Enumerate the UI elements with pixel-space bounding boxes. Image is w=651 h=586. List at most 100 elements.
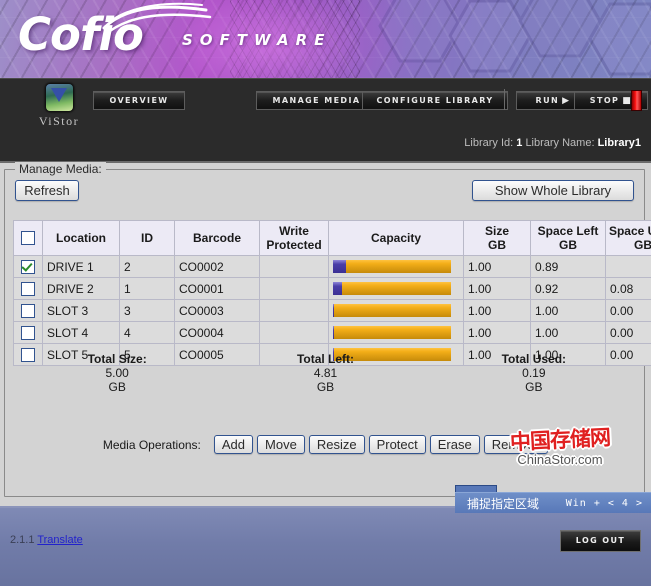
manage-media-fieldset: Manage Media: Refresh Show Whole Library… (4, 169, 645, 497)
header-location[interactable]: Location (43, 221, 120, 256)
cell-barcode: CO0003 (175, 300, 260, 322)
row-checkbox[interactable] (21, 282, 35, 296)
table-row[interactable]: SLOT 33CO00031.001.000.00 (14, 300, 651, 322)
total-value: 0.19 (430, 366, 638, 380)
cell-capacity (329, 300, 464, 322)
media-op-button-protect[interactable]: Protect (369, 435, 426, 454)
logout-button[interactable]: LOG OUT (560, 530, 641, 552)
cell-size: 1.00 (464, 300, 531, 322)
capture-shortcut-label: Win + < 4 > (566, 498, 643, 509)
cell-space-used: 0.00 (606, 322, 651, 344)
vistor-logo-icon (45, 83, 74, 112)
table-row[interactable]: DRIVE 12CO00021.000.89 (14, 256, 651, 278)
cell-id: 1 (120, 278, 175, 300)
cell-size: 1.00 (464, 322, 531, 344)
screen-capture-overlay[interactable]: 捕捉指定区域 Win + < 4 > (455, 492, 651, 513)
media-table: Location ID Barcode Write Protected Capa… (13, 220, 651, 366)
media-op-button-remove[interactable]: Remove (484, 435, 548, 454)
capacity-bar (333, 304, 451, 317)
cell-barcode: CO0004 (175, 322, 260, 344)
capacity-bar-free (334, 304, 451, 317)
cell-space-left: 1.00 (531, 322, 606, 344)
header-space-used-line1: Space Used (609, 224, 651, 238)
media-table-body: DRIVE 12CO00021.000.89DRIVE 21CO00011.00… (14, 256, 651, 366)
cell-write-protected (260, 278, 329, 300)
row-select-cell[interactable] (14, 300, 43, 322)
total-label: Total Left: (221, 352, 429, 366)
header-space-left-line1: Space Left (538, 224, 599, 238)
library-name-label: Library Name: (525, 137, 594, 149)
header-space-left-line2: GB (559, 238, 577, 252)
cell-write-protected (260, 300, 329, 322)
row-select-cell[interactable] (14, 256, 43, 278)
total-column: Total Size:5.00GB (13, 352, 221, 394)
header-space-left[interactable]: Space Left GB (531, 221, 606, 256)
row-checkbox[interactable] (21, 304, 35, 318)
capacity-bar-free (346, 260, 451, 273)
header-capacity[interactable]: Capacity (329, 221, 464, 256)
row-select-cell[interactable] (14, 278, 43, 300)
header-write-protected-line1: Write (279, 224, 309, 238)
header-size-line2: GB (488, 238, 506, 252)
cell-size: 1.00 (464, 256, 531, 278)
total-value: 4.81 (221, 366, 429, 380)
totals-row: Total Size:5.00GBTotal Left:4.81GBTotal … (13, 352, 638, 394)
brand-subtitle: SOFTWARE (182, 31, 331, 49)
banner-hexagon-decor (370, 0, 651, 78)
cell-location: SLOT 3 (43, 300, 120, 322)
nav-button-overview[interactable]: OVERVIEW (93, 91, 185, 110)
translate-link[interactable]: Translate (37, 534, 82, 546)
media-op-button-add[interactable]: Add (214, 435, 253, 454)
media-operations-bar: Media Operations: AddMoveResizeProtectEr… (5, 435, 646, 454)
show-whole-library-button[interactable]: Show Whole Library (472, 180, 634, 201)
total-column: Total Left:4.81GB (221, 352, 429, 394)
refresh-button[interactable]: Refresh (15, 180, 79, 201)
total-unit: GB (430, 380, 638, 394)
header-space-used[interactable]: Space Used GB (606, 221, 651, 256)
vistor-brand: ViStor (28, 83, 90, 129)
media-op-button-erase[interactable]: Erase (430, 435, 480, 454)
capacity-bar (333, 326, 451, 339)
header-space-used-line2: GB (634, 238, 651, 252)
library-name-value: Library1 (598, 137, 641, 149)
cell-location: DRIVE 2 (43, 278, 120, 300)
cell-location: SLOT 4 (43, 322, 120, 344)
header-size[interactable]: Size GB (464, 221, 531, 256)
select-all-checkbox[interactable] (21, 231, 35, 245)
capacity-bar-free (342, 282, 451, 295)
cell-space-left: 0.89 (531, 256, 606, 278)
header-write-protected[interactable]: Write Protected (260, 221, 329, 256)
stop-label: STOP (590, 96, 619, 105)
capacity-bar (333, 282, 451, 295)
total-label: Total Used: (430, 352, 638, 366)
media-operations-buttons: AddMoveResizeProtectEraseRemove (210, 435, 548, 454)
top-navigation-bar: ViStor OVERVIEW MANAGE MEDIA CONFIGURE L… (0, 78, 651, 161)
table-row[interactable]: SLOT 44CO00041.001.000.00 (14, 322, 651, 344)
cell-size: 1.00 (464, 278, 531, 300)
nav-button-configure-library[interactable]: CONFIGURE LIBRARY (362, 91, 508, 110)
header-select-all[interactable] (14, 221, 43, 256)
header-barcode[interactable]: Barcode (175, 221, 260, 256)
cell-capacity (329, 322, 464, 344)
app-banner: Cofio SOFTWARE (0, 0, 651, 78)
total-value: 5.00 (13, 366, 221, 380)
header-id[interactable]: ID (120, 221, 175, 256)
row-select-cell[interactable] (14, 322, 43, 344)
cell-space-used: 0.08 (606, 278, 651, 300)
total-unit: GB (221, 380, 429, 394)
footer-version-area: 2.1.1 Translate (10, 534, 83, 546)
row-checkbox[interactable] (21, 326, 35, 340)
status-led-indicator (631, 90, 642, 111)
cell-write-protected (260, 256, 329, 278)
media-op-button-move[interactable]: Move (257, 435, 305, 454)
cell-location: DRIVE 1 (43, 256, 120, 278)
row-checkbox[interactable] (21, 260, 35, 274)
nav-divider (504, 89, 505, 110)
cell-id: 2 (120, 256, 175, 278)
table-row[interactable]: DRIVE 21CO00011.000.920.08 (14, 278, 651, 300)
cell-id: 4 (120, 322, 175, 344)
nav-button-manage-media[interactable]: MANAGE MEDIA (256, 91, 377, 110)
cell-barcode: CO0001 (175, 278, 260, 300)
cell-capacity (329, 256, 464, 278)
media-op-button-resize[interactable]: Resize (309, 435, 365, 454)
